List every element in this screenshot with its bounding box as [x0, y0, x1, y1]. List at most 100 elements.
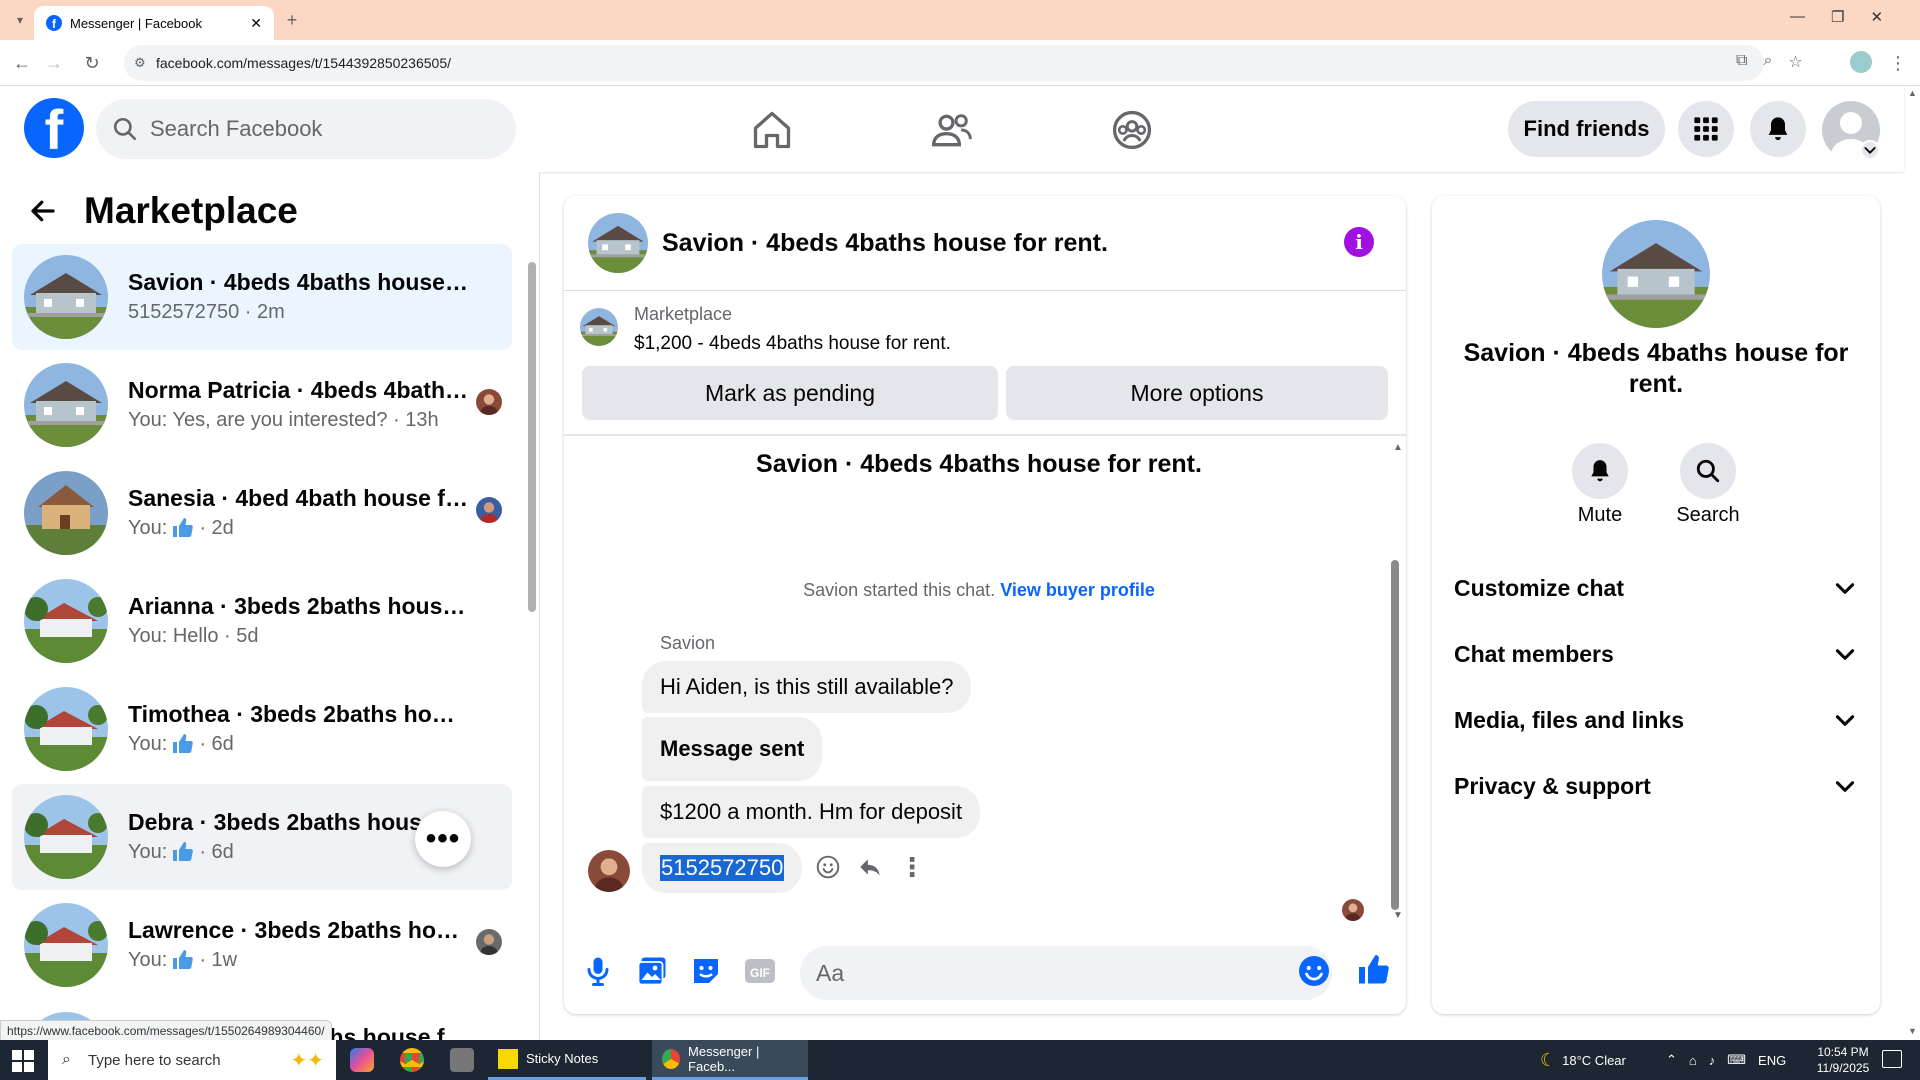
microphone-icon[interactable] — [580, 953, 616, 989]
conversation-item[interactable]: Arianna · 3beds 2baths house for... You:… — [12, 568, 512, 674]
chrome-app-icon[interactable] — [400, 1048, 424, 1072]
more-options-button[interactable]: More options — [1006, 366, 1388, 420]
volume-icon[interactable]: ♪ — [1709, 1053, 1716, 1068]
app-icon[interactable] — [450, 1048, 474, 1072]
started-text: Savion started this chat. — [803, 580, 996, 600]
groups-icon[interactable] — [1110, 108, 1154, 152]
message-bubble[interactable]: Hi Aiden, is this still available? — [642, 661, 972, 713]
page-scroll-up-icon[interactable]: ▲ — [1908, 88, 1917, 98]
conversation-item[interactable]: Sanesia · 4bed 4bath house fo... You: · 2… — [12, 460, 512, 566]
close-window-icon[interactable]: ✕ — [1870, 8, 1883, 26]
menu-grid-icon[interactable] — [1678, 101, 1734, 157]
forward-icon[interactable]: → — [40, 49, 68, 77]
network-icon[interactable]: ⌂ — [1689, 1053, 1697, 1068]
browser-tab[interactable]: f Messenger | Facebook ✕ — [34, 6, 274, 40]
like-thumb-icon — [171, 840, 195, 864]
copilot-app-icon[interactable] — [350, 1048, 374, 1072]
conversation-time: · 6d — [199, 733, 234, 755]
selected-message-text: 5152572750 — [660, 855, 785, 881]
conversation-avatar — [24, 255, 108, 339]
url-text: facebook.com/messages/t/1544392850236505… — [156, 55, 451, 71]
taskbar-messenger[interactable]: Messenger | Faceb... — [652, 1040, 808, 1080]
zoom-icon[interactable]: ⌕ — [1763, 52, 1772, 72]
more-options-dots-icon[interactable]: ••• — [415, 811, 471, 867]
like-thumb-icon — [171, 948, 195, 972]
install-app-icon[interactable]: ⧉ — [1736, 52, 1747, 72]
message-bubble[interactable]: Message sent — [642, 717, 823, 781]
chat-scrollbar[interactable] — [1391, 560, 1399, 910]
conversation-item[interactable]: Norma Patricia · 4beds 4baths ... You: Y… — [12, 352, 512, 458]
tray-chevron-up-icon[interactable]: ⌃ — [1666, 1052, 1677, 1068]
read-receipt-avatar — [1342, 899, 1364, 921]
conversation-item[interactable]: Lawrence · 3beds 2baths hous... You: · 1w — [12, 892, 512, 998]
search-in-chat-icon[interactable] — [1680, 443, 1736, 499]
bookmark-star-icon[interactable]: ☆ — [1788, 52, 1802, 72]
account-chevron-down-icon[interactable] — [1860, 140, 1880, 160]
restore-icon[interactable]: ❐ — [1831, 8, 1844, 26]
page-scroll-down-icon[interactable]: ▼ — [1908, 1026, 1917, 1036]
taskbar-search-placeholder: Type here to search — [88, 1051, 221, 1069]
conversation-item[interactable]: Timothea · 3beds 2baths house f... You: ·… — [12, 676, 512, 782]
clock-date: 11/9/2025 — [1816, 1061, 1870, 1075]
preview-prefix: You: — [128, 841, 168, 863]
conversation-list-scrollbar[interactable] — [528, 262, 536, 612]
clock-time: 10:54 PM — [1817, 1045, 1869, 1059]
conversation-item[interactable]: Savion · 4beds 4baths house for ... 5152… — [12, 244, 512, 350]
message-bubble[interactable]: $1200 a month. Hm for deposit — [642, 786, 981, 838]
conversation-name: Sanesia · 4bed 4bath house fo... — [128, 485, 468, 511]
scroll-up-arrow-icon[interactable]: ▲ — [1393, 442, 1403, 453]
gif-icon[interactable]: GIF — [742, 953, 778, 989]
message-input[interactable]: Aa — [800, 946, 1332, 1000]
more-actions-icon[interactable]: ⋮ — [896, 851, 928, 883]
close-tab-icon[interactable]: ✕ — [250, 15, 262, 32]
site-info-icon[interactable]: ⚙ — [134, 55, 146, 71]
reload-icon[interactable]: ↻ — [78, 49, 106, 77]
react-emoji-icon[interactable] — [812, 851, 844, 883]
customize-chat-section[interactable]: Customize chat — [1454, 563, 1858, 613]
back-icon[interactable]: ← — [8, 49, 36, 77]
notification-center-icon[interactable] — [1882, 1050, 1902, 1068]
chat-header[interactable]: Savion · 4beds 4baths house for rent. — [588, 212, 1108, 274]
minimize-icon[interactable]: — — [1790, 8, 1805, 26]
conversation-avatar — [24, 579, 108, 663]
windows-start-icon[interactable] — [12, 1050, 34, 1072]
weather-widget[interactable]: ☾ 18°C Clear — [1540, 1040, 1626, 1080]
conversation-time: · 2d — [199, 517, 234, 539]
marketplace-listing[interactable]: Marketplace $1,200 - 4beds 4baths house … — [580, 304, 951, 355]
reply-icon[interactable] — [854, 851, 886, 883]
info-icon[interactable]: i — [1344, 227, 1374, 257]
sticker-icon[interactable] — [688, 953, 724, 989]
mark-as-pending-button[interactable]: Mark as pending — [582, 366, 998, 420]
taskbar-search-input[interactable]: ⌕ Type here to search ✦✦ — [48, 1040, 336, 1080]
notifications-bell-icon[interactable] — [1750, 101, 1806, 157]
message-input-placeholder: Aa — [816, 959, 845, 986]
back-arrow-icon[interactable] — [28, 196, 58, 226]
emoji-icon[interactable] — [1296, 953, 1332, 989]
clock[interactable]: 10:54 PM 11/9/2025 — [1808, 1040, 1878, 1080]
scroll-down-arrow-icon[interactable]: ▼ — [1393, 910, 1403, 921]
facebook-logo[interactable]: f — [24, 98, 84, 158]
chat-members-section[interactable]: Chat members — [1454, 629, 1858, 679]
find-friends-button[interactable]: Find friends — [1508, 101, 1665, 157]
send-like-icon[interactable] — [1356, 952, 1392, 988]
media-files-links-section[interactable]: Media, files and links — [1454, 695, 1858, 745]
facebook-search-input[interactable]: Search Facebook — [96, 99, 516, 159]
message-bubble[interactable]: 5152572750 — [642, 843, 803, 893]
address-bar[interactable]: ⚙ facebook.com/messages/t/15443928502365… — [124, 45, 1764, 81]
home-icon[interactable] — [750, 108, 794, 152]
tab-search-icon[interactable]: ▾ — [6, 6, 34, 34]
search-highlight-sparkle-icon: ✦✦ — [290, 1049, 324, 1072]
profile-icon[interactable] — [1850, 51, 1872, 73]
keyboard-icon[interactable]: ⌨ — [1727, 1052, 1746, 1068]
privacy-support-section[interactable]: Privacy & support — [1454, 761, 1858, 811]
browser-menu-icon[interactable]: ⋮ — [1884, 49, 1912, 77]
photo-gallery-icon[interactable] — [634, 953, 670, 989]
view-buyer-profile-link[interactable]: View buyer profile — [1000, 580, 1155, 600]
new-tab-icon[interactable]: + — [278, 6, 306, 34]
mute-bell-icon[interactable] — [1572, 443, 1628, 499]
taskbar-sticky-notes[interactable]: Sticky Notes — [488, 1040, 646, 1080]
friends-icon[interactable] — [930, 108, 974, 152]
conversation-preview: 5152572750 · 2m — [128, 301, 285, 323]
moon-icon: ☾ — [1540, 1049, 1557, 1070]
language-indicator[interactable]: ENG — [1758, 1053, 1786, 1068]
